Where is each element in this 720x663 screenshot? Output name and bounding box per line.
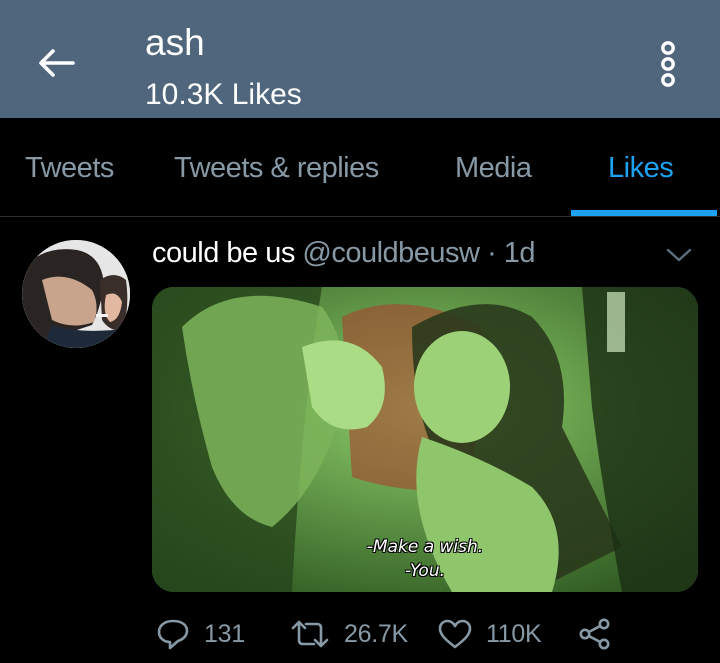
tab-tweets[interactable]: Tweets: [25, 118, 114, 216]
more-options-button[interactable]: [648, 38, 688, 90]
retweet-button[interactable]: 26.7K: [290, 614, 408, 654]
tab-media[interactable]: Media: [455, 118, 532, 216]
profile-name: ash: [145, 22, 205, 63]
retweet-icon: [291, 620, 329, 648]
media-subtitle-line1: -Make a wish.: [366, 537, 484, 557]
tweet-timestamp: 1d: [503, 237, 536, 269]
separator-dot: ·: [487, 237, 497, 269]
heart-icon: [438, 619, 472, 649]
reply-icon: [157, 619, 189, 650]
avatar[interactable]: [22, 240, 130, 348]
tweet-media-image[interactable]: -Make a wish. -You.: [152, 287, 698, 592]
tweet-header: could be us @couldbeusw · 1d: [152, 234, 536, 272]
reply-button[interactable]: 131: [156, 614, 245, 654]
author-name[interactable]: could be us: [152, 237, 295, 269]
likes-count: 10.3K Likes: [145, 78, 302, 111]
chevron-down-icon: [666, 248, 692, 262]
reply-count: 131: [204, 619, 245, 648]
tab-tweets-and-replies[interactable]: Tweets & replies: [174, 118, 379, 216]
retweet-count: 26.7K: [344, 619, 408, 648]
active-tab-indicator: [571, 210, 717, 216]
tab-likes[interactable]: Likes: [608, 118, 674, 216]
like-count: 110K: [486, 619, 542, 648]
arrow-left-icon: [39, 49, 75, 77]
top-app-bar: ash 10.3K Likes: [0, 0, 720, 118]
author-handle[interactable]: @couldbeusw: [302, 237, 480, 269]
profile-tabs: Tweets Tweets & replies Media Likes: [0, 118, 720, 217]
share-icon: [579, 618, 610, 650]
back-button[interactable]: [28, 38, 84, 88]
share-button[interactable]: [578, 614, 612, 654]
more-vertical-icon: [661, 41, 675, 87]
tweet-actions: 131 26.7K 110K: [152, 614, 712, 654]
media-subtitle-line2: -You.: [405, 561, 445, 581]
like-button[interactable]: 110K: [438, 614, 542, 654]
tweet-menu-button[interactable]: [664, 242, 694, 268]
